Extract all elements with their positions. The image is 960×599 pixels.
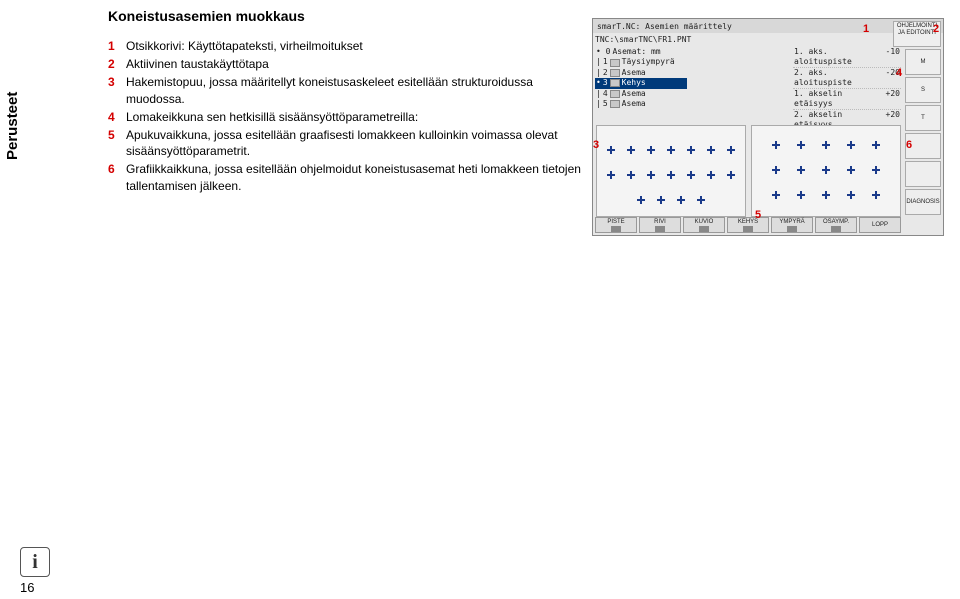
softkey: KEHYS [727,217,769,233]
list-text: Lomakeikkuna sen hetkisillä sisäänsyöttö… [126,109,588,125]
callout-2: 2 [933,23,939,35]
right-btn [905,161,941,187]
callout-5: 5 [755,209,761,221]
sk-icon [787,226,797,232]
sk-icon [655,226,665,232]
softkey: YMPYRÄ [771,217,813,233]
right-btn: T [905,105,941,131]
list-item: 4Lomakeikkuna sen hetkisillä sisäänsyött… [108,109,588,125]
callout-6: 6 [906,139,912,151]
list-num: 4 [108,109,126,125]
softkey: PISTE [595,217,637,233]
list-num: 1 [108,38,126,54]
frame-icon [610,79,620,87]
list-text: Otsikkorivi: Käyttötapateksti, virheilmo… [126,38,588,54]
callout-3: 3 [593,139,599,151]
list-num: 3 [108,74,126,90]
right-btn: S [905,77,941,103]
softkey: OSAYMP. [815,217,857,233]
list-num: 5 [108,127,126,143]
sk-icon [611,226,621,232]
right-btn: DIAGNOSIS [905,189,941,215]
callout-1: 1 [863,23,869,35]
info-icon: i [20,547,50,577]
fig-help-window [751,125,901,217]
fig-tree-row: | 5 Asema [595,99,687,109]
list-num: 2 [108,56,126,72]
list-item: 2Aktiivinen taustakäyttötapa [108,56,588,72]
fig-graphic-window [596,125,746,217]
fig-titlebar: smarT.NC: Asemien määrittely [593,19,943,33]
softkey: KUVIO [683,217,725,233]
list-item: 1Otsikkorivi: Käyttötapateksti, virheilm… [108,38,588,54]
screenshot-figure: smarT.NC: Asemien määrittely OHJELMOINTI… [592,18,944,236]
softkey: RIVI [639,217,681,233]
fig-param-row: 1. akselin etäisyys+20 [793,89,901,110]
numbered-list: 1Otsikkorivi: Käyttötapateksti, virheilm… [108,38,588,194]
list-item: 3Hakemistopuu, jossa määritellyt koneist… [108,74,588,106]
list-num: 6 [108,161,126,177]
list-text: Hakemistopuu, jossa määritellyt koneistu… [126,74,588,106]
pos-icon [610,90,620,98]
side-tab-label: Perusteet [4,92,21,160]
list-text: Aktiivinen taustakäyttötapa [126,56,588,72]
sk-icon [831,226,841,232]
pos-icon [610,69,620,77]
section-heading: Koneistusasemien muokkaus [108,8,588,24]
list-text: Grafiikkaikkuna, jossa esitellään ohjelm… [126,161,588,193]
fig-softkey-row: PISTE RIVI KUVIO KEHYS YMPYRÄ OSAYMP. LO… [595,217,901,233]
fig-tree-header: • 0 Asemat: mm [595,47,687,57]
fig-tree-row-selected: • 3 Kehys [595,78,687,88]
fig-tree-row: | 2 Asema [595,68,687,78]
fig-path: TNC:\smarTNC\FR1.PNT [595,35,691,44]
fig-param-row: 1. aks. aloituspiste-10 [793,47,901,68]
fig-tree-row: | 1 Täysiympyrä [595,57,687,67]
list-text: Apukuvaikkuna, jossa esitellään graafise… [126,127,588,159]
page-number: 16 [20,580,34,595]
list-item: 6Grafiikkaikkuna, jossa esitellään ohjel… [108,161,588,193]
callout-4: 4 [896,67,902,79]
right-btn: M [905,49,941,75]
list-item: 5Apukuvaikkuna, jossa esitellään graafis… [108,127,588,159]
pos-icon [610,100,620,108]
text-column: Koneistusasemien muokkaus 1Otsikkorivi: … [108,8,588,194]
sk-icon [699,226,709,232]
softkey: LOPP [859,217,901,233]
sk-icon [743,226,753,232]
fig-param-row: 2. aks. aloituspiste-20 [793,68,901,89]
fig-right-buttons: M S T DIAGNOSIS [905,49,941,215]
circle-icon [610,59,620,67]
fig-tree: • 0 Asemat: mm | 1 Täysiympyrä | 2 Asema… [595,47,687,109]
fig-tree-row: | 4 Asema [595,89,687,99]
